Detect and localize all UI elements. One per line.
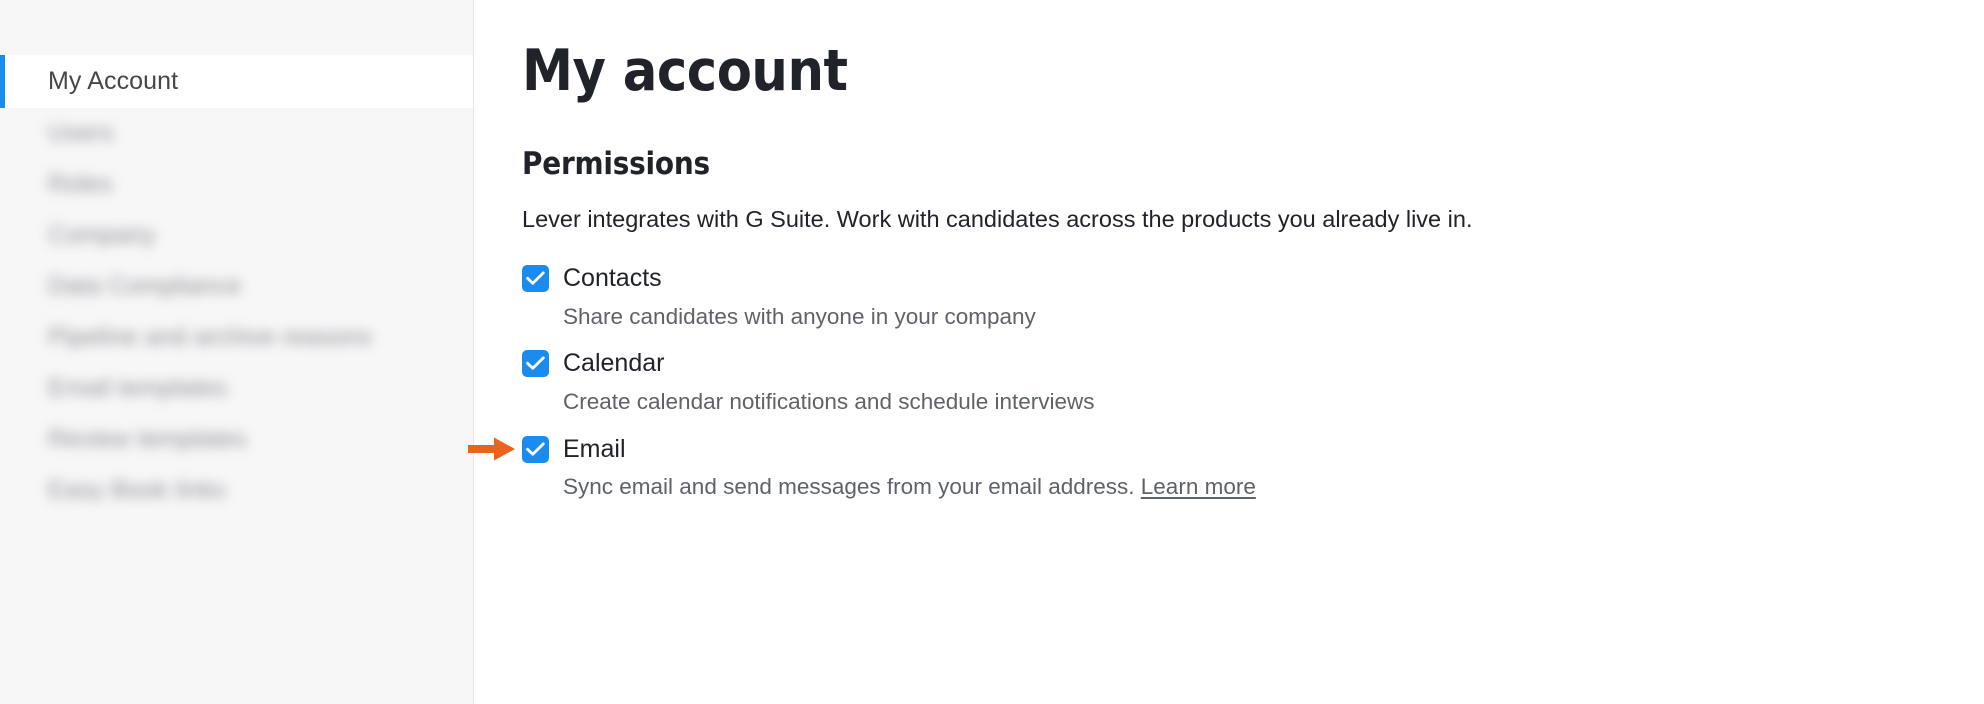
sidebar-item-users[interactable]: Users [0, 108, 473, 159]
permission-head: Email [468, 432, 1984, 466]
permission-head: Contacts [522, 262, 1984, 296]
sidebar-item-email-templates[interactable]: Email templates [0, 363, 473, 414]
permission-label-email: Email [563, 434, 626, 463]
permission-description-text: Create calendar notifications and schedu… [563, 388, 1095, 414]
checkmark-icon [526, 271, 545, 285]
learn-more-link[interactable]: Learn more [1141, 474, 1256, 499]
sidebar-item-label: Company [48, 221, 156, 249]
permission-description-text: Sync email and send messages from your e… [563, 474, 1135, 500]
main-content: My account Permissions Lever integrates … [468, 0, 1984, 704]
sidebar-item-review-templates[interactable]: Review templates [0, 414, 473, 465]
permission-row-email: Email Sync email and send messages from … [468, 432, 1984, 501]
sidebar-item-label: Roles [48, 170, 113, 198]
sidebar-item-label: Pipeline and archive reasons [48, 323, 372, 351]
sidebar-item-label: Email templates [48, 374, 228, 402]
checkbox-email[interactable] [522, 435, 549, 463]
sidebar-item-label: My Account [48, 67, 179, 95]
permission-label-contacts: Contacts [563, 264, 662, 293]
sidebar-item-label: Easy Book links [48, 476, 226, 504]
sidebar-item-company[interactable]: Company [0, 210, 473, 261]
permission-description-contacts: Share candidates with anyone in your com… [563, 302, 1984, 331]
settings-page: My Account Users Roles Company Data Comp… [0, 0, 1984, 704]
permission-row-contacts: Contacts Share candidates with anyone in… [522, 262, 1984, 331]
sidebar-item-roles[interactable]: Roles [0, 159, 473, 210]
permission-description-text: Share candidates with anyone in your com… [563, 303, 1036, 329]
sidebar-item-my-account[interactable]: My Account [0, 55, 473, 108]
permission-description-email: Sync email and send messages from your e… [563, 472, 1984, 501]
permission-row-calendar: Calendar Create calendar notifications a… [522, 347, 1984, 416]
orange-arrow-annotation-icon [468, 436, 516, 462]
permissions-description: Lever integrates with G Suite. Work with… [522, 205, 1473, 232]
permission-label-calendar: Calendar [563, 349, 665, 378]
checkmark-icon [526, 356, 545, 371]
permission-head: Calendar [522, 347, 1984, 381]
checkbox-calendar[interactable] [522, 350, 549, 378]
settings-sidebar: My Account Users Roles Company Data Comp… [0, 0, 474, 704]
sidebar-item-easy-book-links[interactable]: Easy Book links [0, 465, 473, 516]
checkmark-icon [526, 442, 545, 456]
permissions-list: Contacts Share candidates with anyone in… [468, 262, 1984, 502]
permission-description-calendar: Create calendar notifications and schedu… [563, 387, 1984, 416]
sidebar-item-label: Data Compliance [48, 272, 242, 300]
sidebar-item-pipeline-and-archive-reasons[interactable]: Pipeline and archive reasons [0, 312, 473, 363]
page-title: My account [522, 38, 848, 104]
sidebar-item-data-compliance[interactable]: Data Compliance [0, 261, 473, 312]
checkbox-contacts[interactable] [522, 265, 549, 293]
sidebar-item-label: Users [48, 119, 114, 147]
sidebar-item-label: Review templates [48, 425, 247, 453]
section-title-permissions: Permissions [522, 145, 710, 182]
